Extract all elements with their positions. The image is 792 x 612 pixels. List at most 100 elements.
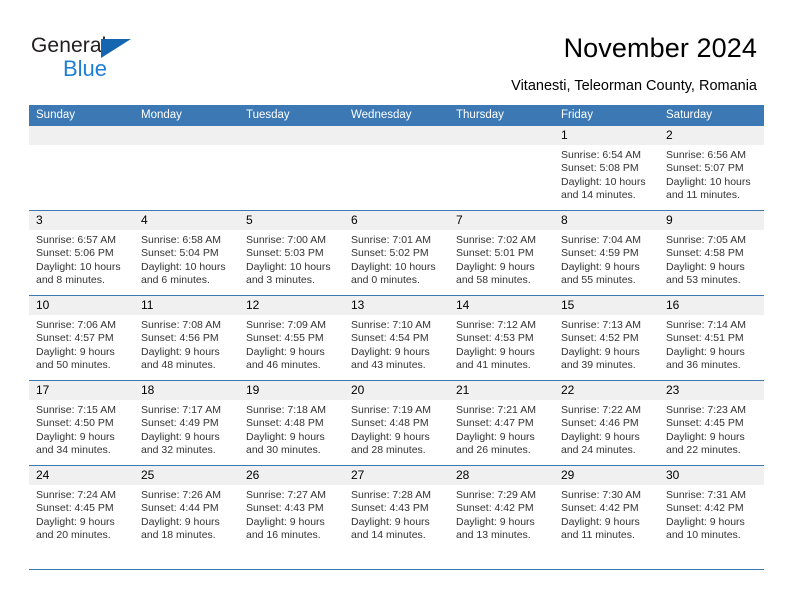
daylight-text-line1: Daylight: 9 hours [456,345,535,358]
sunset-text: Sunset: 4:49 PM [141,417,219,430]
daylight-text-line1: Daylight: 9 hours [36,345,115,358]
calendar-day-cell[interactable]: 11 Sunrise: 7:08 AM Sunset: 4:56 PM Dayligh… [134,295,239,381]
calendar-day-cell[interactable]: 30 Sunrise: 7:31 AM Sunset: 4:42 PM Dayligh… [659,465,764,550]
calendar-day-cell[interactable]: 23 Sunrise: 7:23 AM Sunset: 4:45 PM Dayligh… [659,380,764,466]
calendar-day-cell[interactable]: 26 Sunrise: 7:27 AM Sunset: 4:43 PM Dayligh… [239,465,344,550]
day-number: 11 [134,296,239,315]
calendar-day-cell[interactable]: 29 Sunrise: 7:30 AM Sunset: 4:42 PM Dayligh… [554,465,659,550]
calendar-body: 1 Sunrise: 6:54 AM Sunset: 5:08 PM Daylight… [29,126,764,550]
day-number: 29 [554,466,659,485]
calendar-day-cell[interactable]: 27 Sunrise: 7:28 AM Sunset: 4:43 PM Dayligh… [344,465,449,550]
calendar-day-cell[interactable]: 10 Sunrise: 7:06 AM Sunset: 4:57 PM Dayligh… [29,295,134,381]
calendar-day-cell[interactable]: 4 Sunrise: 6:58 AM Sunset: 5:04 PM Daylight… [134,210,239,296]
calendar-bottom-rule [29,569,764,570]
sunset-text: Sunset: 5:03 PM [246,247,324,260]
sunset-text: Sunset: 4:59 PM [561,247,639,260]
sunset-text: Sunset: 5:07 PM [666,162,744,175]
daylight-text-line1: Daylight: 9 hours [561,430,640,443]
sunset-text: Sunset: 4:46 PM [561,417,639,430]
weekday-header-wednesday: Wednesday [344,105,449,126]
calendar-day-cell[interactable]: 2 Sunrise: 6:56 AM Sunset: 5:07 PM Daylight… [659,126,764,211]
day-details: Sunrise: 7:18 AM Sunset: 4:48 PM Daylight:… [239,400,344,458]
sunset-text: Sunset: 4:45 PM [36,502,114,515]
sunrise-text: Sunrise: 6:54 AM [561,149,641,161]
daylight-text-line2: and 41 minutes. [456,359,531,372]
daylight-text-line1: Daylight: 9 hours [666,430,745,443]
daylight-text-line2: and 34 minutes. [36,444,111,457]
calendar-day-cell[interactable]: 18 Sunrise: 7:17 AM Sunset: 4:49 PM Dayligh… [134,380,239,466]
calendar-day-cell[interactable]: 21 Sunrise: 7:21 AM Sunset: 4:47 PM Dayligh… [449,380,554,466]
calendar-day-cell [134,126,239,211]
daylight-text-line2: and 39 minutes. [561,359,636,372]
brand-logo[interactable]: General Blue [31,34,161,82]
day-number: 27 [344,466,449,485]
sunset-text: Sunset: 4:42 PM [456,502,534,515]
calendar-day-cell [449,126,554,211]
daylight-text-line2: and 3 minutes. [246,274,315,287]
sunrise-text: Sunrise: 6:57 AM [36,234,116,246]
calendar-day-cell[interactable]: 14 Sunrise: 7:12 AM Sunset: 4:53 PM Dayligh… [449,295,554,381]
calendar-week-row: 24 Sunrise: 7:24 AM Sunset: 4:45 PM Dayligh… [29,465,764,550]
sunrise-text: Sunrise: 7:09 AM [246,319,326,331]
calendar-day-cell[interactable]: 16 Sunrise: 7:14 AM Sunset: 4:51 PM Dayligh… [659,295,764,381]
day-number: 13 [344,296,449,315]
day-details: Sunrise: 7:08 AM Sunset: 4:56 PM Daylight:… [134,315,239,373]
sunset-text: Sunset: 4:55 PM [246,332,324,345]
daylight-text-line2: and 30 minutes. [246,444,321,457]
sunrise-text: Sunrise: 7:18 AM [246,404,326,416]
day-details: Sunrise: 7:17 AM Sunset: 4:49 PM Daylight:… [134,400,239,458]
calendar-day-cell[interactable]: 7 Sunrise: 7:02 AM Sunset: 5:01 PM Daylight… [449,210,554,296]
calendar-day-cell[interactable]: 28 Sunrise: 7:29 AM Sunset: 4:42 PM Dayligh… [449,465,554,550]
calendar-day-cell[interactable]: 9 Sunrise: 7:05 AM Sunset: 4:58 PM Daylight… [659,210,764,296]
day-details: Sunrise: 7:14 AM Sunset: 4:51 PM Daylight:… [659,315,764,373]
calendar-day-cell[interactable]: 22 Sunrise: 7:22 AM Sunset: 4:46 PM Dayligh… [554,380,659,466]
calendar-day-cell[interactable]: 8 Sunrise: 7:04 AM Sunset: 4:59 PM Daylight… [554,210,659,296]
calendar-day-cell[interactable]: 25 Sunrise: 7:26 AM Sunset: 4:44 PM Dayligh… [134,465,239,550]
calendar-day-cell[interactable]: 13 Sunrise: 7:10 AM Sunset: 4:54 PM Dayligh… [344,295,449,381]
calendar-day-cell[interactable]: 15 Sunrise: 7:13 AM Sunset: 4:52 PM Dayligh… [554,295,659,381]
daylight-text-line1: Daylight: 9 hours [246,345,325,358]
day-number: 25 [134,466,239,485]
day-details: Sunrise: 7:31 AM Sunset: 4:42 PM Daylight:… [659,485,764,543]
daylight-text-line1: Daylight: 9 hours [456,430,535,443]
day-details: Sunrise: 7:22 AM Sunset: 4:46 PM Daylight:… [554,400,659,458]
day-number: 23 [659,381,764,400]
calendar-day-cell[interactable]: 12 Sunrise: 7:09 AM Sunset: 4:55 PM Dayligh… [239,295,344,381]
daylight-text-line1: Daylight: 10 hours [666,175,751,188]
day-details: Sunrise: 6:58 AM Sunset: 5:04 PM Daylight:… [134,230,239,288]
brand-name-blue: Blue [63,56,108,81]
day-number: 10 [29,296,134,315]
calendar-day-cell[interactable]: 6 Sunrise: 7:01 AM Sunset: 5:02 PM Daylight… [344,210,449,296]
day-details: Sunrise: 6:54 AM Sunset: 5:08 PM Daylight:… [554,145,659,203]
calendar-day-cell[interactable]: 5 Sunrise: 7:00 AM Sunset: 5:03 PM Daylight… [239,210,344,296]
day-details: Sunrise: 7:13 AM Sunset: 4:52 PM Daylight:… [554,315,659,373]
calendar-day-cell[interactable]: 24 Sunrise: 7:24 AM Sunset: 4:45 PM Dayligh… [29,465,134,550]
sunset-text: Sunset: 4:47 PM [456,417,534,430]
page-title: November 2024 [563,33,757,63]
daylight-text-line1: Daylight: 10 hours [141,260,226,273]
calendar-day-cell[interactable]: 1 Sunrise: 6:54 AM Sunset: 5:08 PM Daylight… [554,126,659,211]
calendar-day-cell[interactable]: 3 Sunrise: 6:57 AM Sunset: 5:06 PM Daylight… [29,210,134,296]
day-number: 5 [239,211,344,230]
daylight-text-line2: and 36 minutes. [666,359,741,372]
calendar-day-cell[interactable]: 19 Sunrise: 7:18 AM Sunset: 4:48 PM Dayligh… [239,380,344,466]
calendar-day-cell[interactable]: 17 Sunrise: 7:15 AM Sunset: 4:50 PM Dayligh… [29,380,134,466]
day-details: Sunrise: 7:28 AM Sunset: 4:43 PM Daylight:… [344,485,449,543]
daylight-text-line2: and 53 minutes. [666,274,741,287]
daylight-text-line1: Daylight: 9 hours [141,515,220,528]
sunset-text: Sunset: 4:50 PM [36,417,114,430]
day-details: Sunrise: 7:10 AM Sunset: 4:54 PM Daylight:… [344,315,449,373]
daylight-text-line1: Daylight: 10 hours [246,260,331,273]
sunrise-text: Sunrise: 7:23 AM [666,404,746,416]
page-subtitle: Vitanesti, Teleorman County, Romania [511,78,757,94]
daylight-text-line2: and 13 minutes. [456,529,531,542]
sunset-text: Sunset: 4:43 PM [351,502,429,515]
daylight-text-line2: and 8 minutes. [36,274,105,287]
day-number: 22 [554,381,659,400]
calendar-day-cell [239,126,344,211]
calendar-day-cell[interactable]: 20 Sunrise: 7:19 AM Sunset: 4:48 PM Dayligh… [344,380,449,466]
sunrise-text: Sunrise: 6:58 AM [141,234,221,246]
sunrise-text: Sunrise: 7:31 AM [666,489,746,501]
calendar-week-row: 1 Sunrise: 6:54 AM Sunset: 5:08 PM Daylight… [29,126,764,211]
day-details: Sunrise: 7:26 AM Sunset: 4:44 PM Daylight:… [134,485,239,543]
